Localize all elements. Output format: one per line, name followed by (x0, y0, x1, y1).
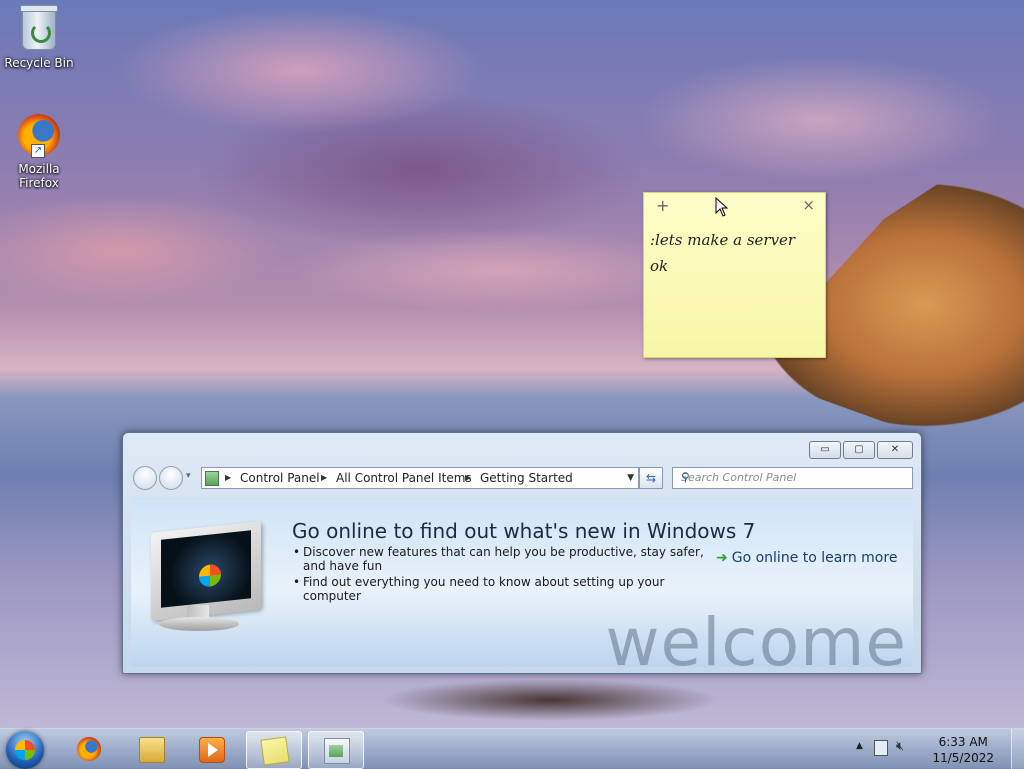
back-button[interactable] (133, 466, 157, 490)
new-note-button[interactable]: + (656, 196, 669, 215)
sticky-notes-icon (260, 736, 290, 766)
welcome-watermark: welcome (605, 604, 907, 667)
search-input[interactable]: Search Control Panel ⚲ (672, 467, 913, 489)
search-icon[interactable]: ⚲ (681, 470, 907, 484)
recycle-bin-icon (17, 5, 61, 52)
windows-logo-icon (199, 563, 221, 588)
sticky-note[interactable]: + × :lets make a server ok (643, 192, 826, 358)
go-online-link-text[interactable]: Go online to learn more (732, 550, 898, 566)
folder-icon (139, 737, 165, 763)
green-arrow-icon: ➜ (716, 550, 728, 566)
clock-time: 6:33 AM (938, 735, 988, 749)
taskbar: ▲ 🔇︎ 6:33 AM 11/5/2022 (0, 728, 1024, 769)
list-item: Find out everything you need to know abo… (293, 575, 713, 603)
breadcrumb-arrow-icon[interactable]: ▶ (225, 468, 231, 488)
volume-muted-icon[interactable]: 🔇︎ (896, 739, 904, 754)
taskbar-firefox[interactable] (62, 731, 116, 767)
close-note-button[interactable]: × (802, 196, 815, 214)
clock-date: 11/5/2022 (932, 751, 994, 765)
sticky-note-text[interactable]: :lets make a server ok (644, 219, 825, 287)
close-window-button[interactable]: ✕ (877, 441, 913, 459)
breadcrumb-all-items[interactable]: All Control Panel Items (336, 468, 472, 488)
clock[interactable]: 6:33 AM 11/5/2022 (932, 734, 994, 766)
show-hidden-icons-icon[interactable]: ▲ (856, 741, 863, 751)
refresh-button[interactable]: ⇆ (639, 467, 663, 489)
firefox-icon (77, 737, 101, 761)
breadcrumb-control-panel[interactable]: Control Panel (240, 468, 320, 488)
maximize-button[interactable]: ▢ (843, 441, 875, 459)
start-button[interactable] (6, 731, 44, 769)
list-item: Discover new features that can help you … (293, 545, 713, 573)
desktop-icon-firefox[interactable]: ↗ Mozilla Firefox (1, 114, 77, 190)
firefox-icon: ↗ (17, 114, 61, 158)
breadcrumb-getting-started[interactable]: Getting Started (480, 468, 573, 488)
forward-button[interactable] (159, 466, 183, 490)
media-player-icon (199, 737, 225, 763)
shortcut-arrow-icon: ↗ (31, 144, 45, 158)
taskbar-explorer[interactable] (124, 731, 178, 767)
go-online-link[interactable]: ➜ Go online to learn more (716, 550, 897, 566)
network-icon[interactable] (874, 740, 888, 756)
banner-headline: Go online to find out what's new in Wind… (292, 519, 756, 543)
recent-pages-chevron-icon[interactable]: ▾ (186, 471, 191, 481)
windows-logo-icon (15, 740, 35, 760)
show-desktop-button[interactable] (1011, 729, 1024, 769)
taskbar-sticky-notes[interactable] (246, 731, 302, 769)
getting-started-banner: Go online to find out what's new in Wind… (131, 497, 913, 667)
control-panel-icon (324, 738, 350, 764)
address-dropdown-icon[interactable]: ▼ (627, 468, 634, 488)
desktop-icon-label: Mozilla Firefox (18, 162, 60, 190)
monitor-stand (159, 617, 239, 631)
system-tray: ▲ 🔇︎ 6:33 AM 11/5/2022 (854, 729, 1024, 769)
window-controls: ▭ ▢ ✕ (809, 441, 913, 459)
desktop-icon-label: Recycle Bin (4, 56, 74, 70)
control-panel-window[interactable]: ▭ ▢ ✕ ▾ ▶ Control Panel ▶ All Control Pa… (122, 432, 922, 674)
navigation-bar: ▾ ▶ Control Panel ▶ All Control Panel It… (131, 466, 913, 490)
desktop-icon-recycle-bin[interactable]: Recycle Bin (1, 5, 77, 70)
feature-list: Discover new features that can help you … (293, 545, 713, 605)
taskbar-control-panel[interactable] (308, 731, 364, 769)
address-bar[interactable]: ▶ Control Panel ▶ All Control Panel Item… (201, 467, 639, 489)
minimize-button[interactable]: ▭ (809, 441, 841, 459)
taskbar-media-player[interactable] (184, 731, 238, 767)
control-panel-icon (205, 471, 219, 486)
breadcrumb-arrow-icon[interactable]: ▶ (465, 468, 471, 488)
mouse-cursor-icon (715, 196, 729, 220)
sticky-note-titlebar[interactable]: + × (644, 193, 825, 219)
breadcrumb-arrow-icon[interactable]: ▶ (321, 468, 327, 488)
